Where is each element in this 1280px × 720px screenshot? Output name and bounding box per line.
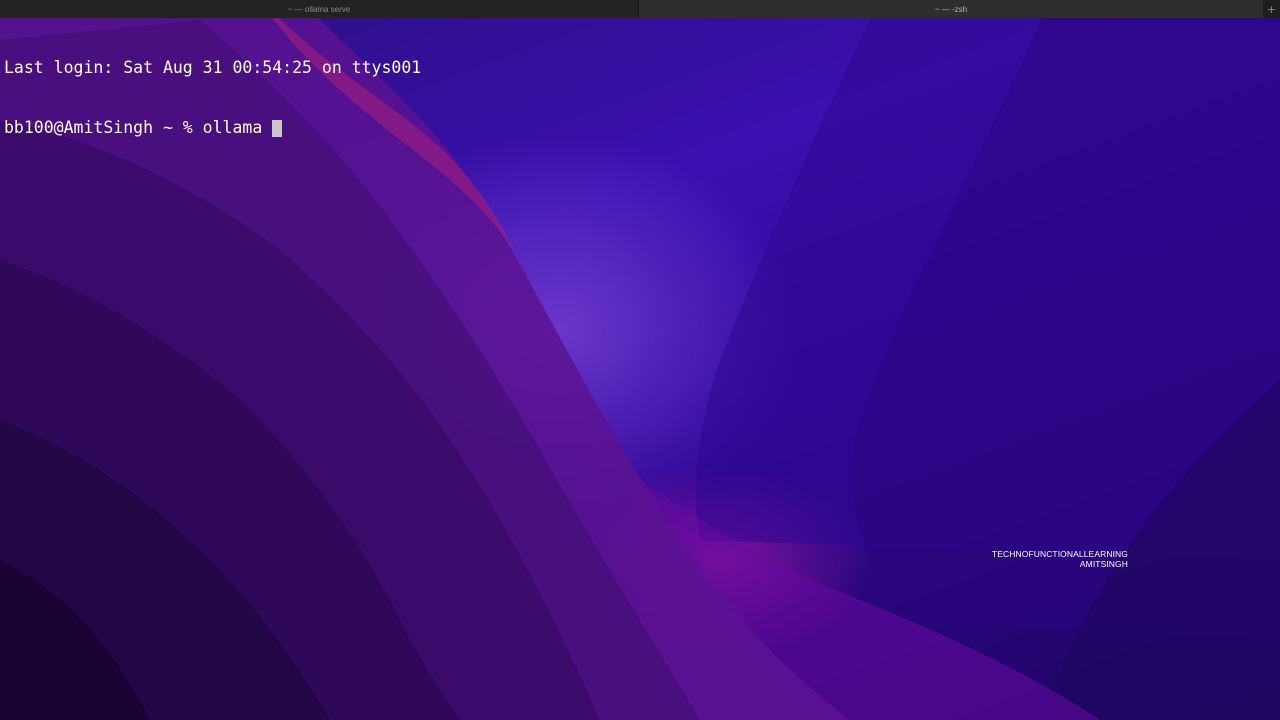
prompt-line[interactable]: bb100@AmitSingh ~ % ollama — [4, 118, 1264, 138]
watermark-line-2: AMITSINGH — [1079, 559, 1128, 569]
watermark: TECHNOFUNCTIONALLEARNING AMITSINGH — [900, 549, 1128, 569]
prompt-command-text: bb100@AmitSingh ~ % ollama — [4, 118, 263, 137]
last-login-text: Last login: Sat Aug 31 00:54:25 on ttys0… — [4, 58, 422, 77]
tab-zsh[interactable]: ~ — -zsh — [639, 0, 1263, 18]
tab-bar: ~ — ollama serve ~ — -zsh + — [0, 0, 1280, 18]
terminal-output[interactable]: Last login: Sat Aug 31 00:54:25 on ttys0… — [4, 18, 1264, 178]
terminal-window: ~ — ollama serve ~ — -zsh + Last login: … — [0, 0, 1280, 720]
watermark-line-1: TECHNOFUNCTIONALLEARNING — [991, 549, 1128, 559]
last-login-line: Last login: Sat Aug 31 00:54:25 on ttys0… — [4, 58, 1264, 78]
plus-icon[interactable]: + — [1263, 0, 1280, 18]
terminal-scrollbar[interactable] — [1268, 18, 1280, 720]
tab-ollama-serve[interactable]: ~ — ollama serve — [0, 0, 639, 18]
text-cursor — [272, 119, 283, 137]
